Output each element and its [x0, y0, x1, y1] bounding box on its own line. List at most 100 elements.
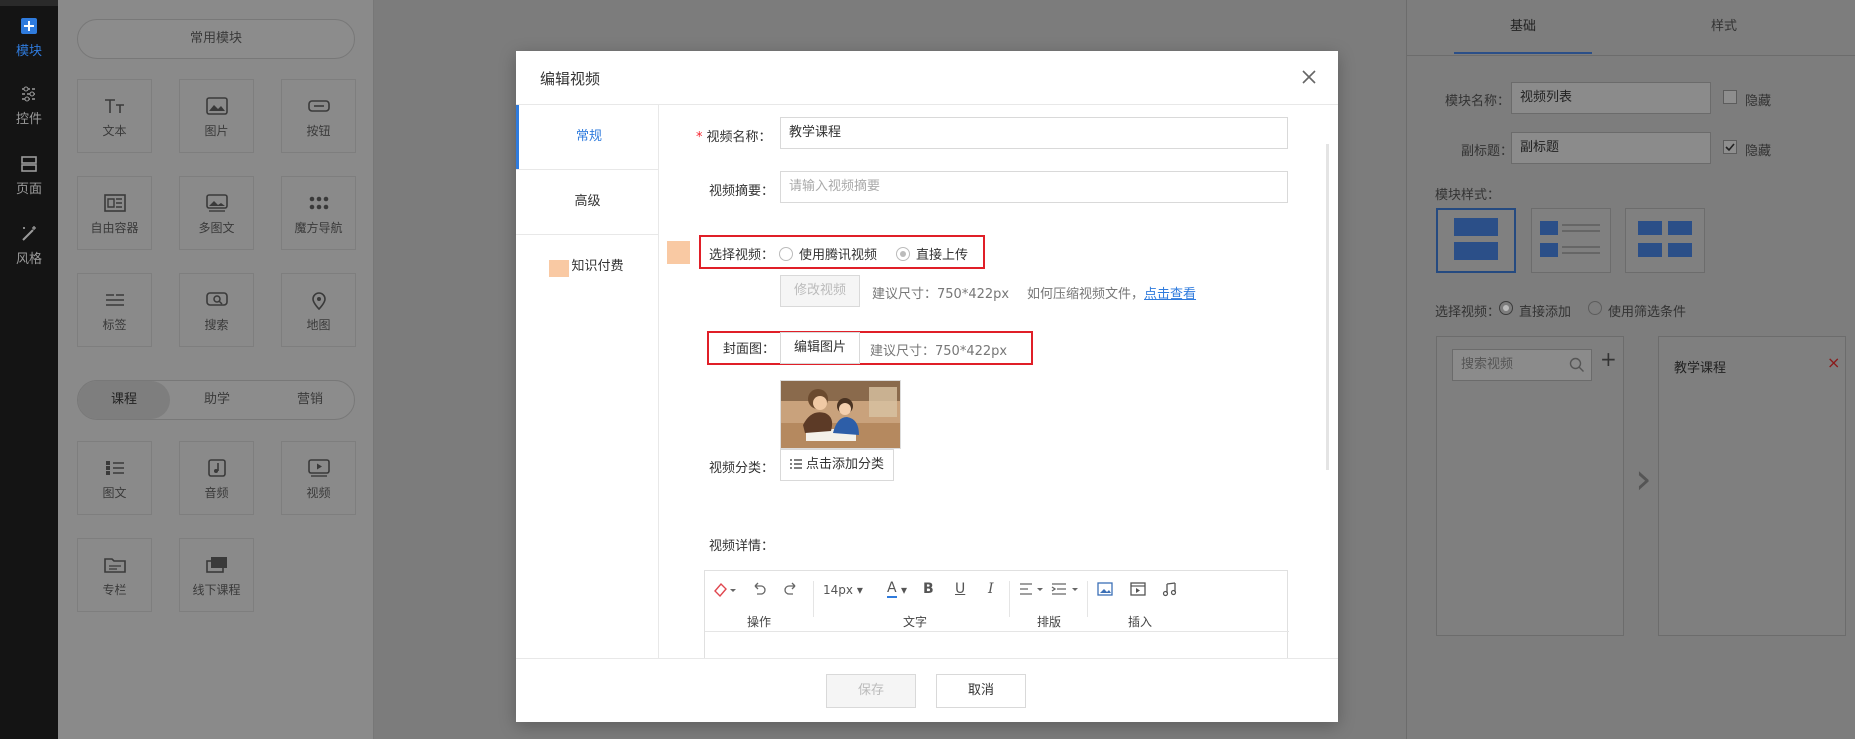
modal-title: 编辑视频 — [540, 70, 601, 88]
tencent-video-option[interactable]: 使用腾讯视频 — [779, 244, 877, 263]
nav-item-pages[interactable]: 页面 — [0, 154, 58, 197]
video-detail-label: 视频详情： — [709, 539, 775, 554]
video-summary-label: 视频摘要： — [709, 184, 775, 199]
modal-scrollbar[interactable] — [1326, 144, 1329, 470]
tile-image[interactable]: 图片 — [179, 79, 254, 153]
direct-upload-radio[interactable] — [896, 247, 910, 261]
nav-item-controls[interactable]: 控件 — [0, 84, 58, 127]
tab-study-aid[interactable]: 助学 — [171, 381, 263, 419]
nav-label: 模块 — [15, 44, 42, 59]
eraser-icon[interactable] — [713, 581, 737, 597]
tile-video[interactable]: 视频 — [281, 441, 356, 515]
align-icon[interactable] — [1019, 581, 1045, 597]
tile-label: 文本 — [102, 124, 127, 138]
video-name-input[interactable]: 教学课程 — [780, 117, 1288, 149]
tile-column[interactable]: 专栏 — [77, 538, 152, 612]
remove-video-button[interactable]: × — [1827, 353, 1840, 372]
search-box-icon — [205, 292, 228, 306]
tile-audio[interactable]: 音频 — [179, 441, 254, 515]
close-icon[interactable] — [1300, 68, 1318, 86]
use-filter-label: 使用筛选条件 — [1608, 305, 1687, 320]
layout-icon — [21, 156, 37, 172]
search-video-input[interactable]: 搜索视频 — [1452, 349, 1592, 381]
tab-style[interactable]: 样式 — [1655, 0, 1793, 54]
undo-icon[interactable] — [751, 581, 767, 597]
underline-button[interactable]: U — [955, 581, 965, 597]
tile-label: 按钮 — [306, 124, 331, 138]
tab-paid-knowledge[interactable]: 知识付费 — [516, 235, 659, 299]
tile-multi-image-text[interactable]: 多图文 — [179, 176, 254, 250]
toolbar-group-operation: 操作 — [747, 615, 772, 629]
tencent-video-radio[interactable] — [779, 247, 793, 261]
cover-size-hint: 建议尺寸：750*422px — [870, 344, 1008, 359]
magic-wand-icon — [22, 226, 36, 241]
subtitle-input[interactable]: 副标题 — [1511, 132, 1711, 164]
module-name-input[interactable]: 视频列表 — [1511, 82, 1711, 114]
tile-cube-nav[interactable]: 魔方导航 — [281, 176, 356, 250]
nav-item-modules[interactable]: 模块 — [0, 16, 58, 59]
video-summary-input[interactable]: 请输入视频摘要 — [780, 171, 1288, 203]
module-style-label: 模块样式： — [1435, 188, 1501, 203]
redo-icon[interactable] — [783, 581, 799, 597]
insert-video-icon[interactable] — [1130, 581, 1146, 597]
tencent-video-label: 使用腾讯视频 — [799, 248, 878, 263]
tab-course[interactable]: 课程 — [78, 381, 170, 419]
add-category-button[interactable]: 点击添加分类 — [780, 449, 894, 481]
save-button[interactable]: 保存 — [826, 674, 916, 708]
sliders-icon — [22, 86, 36, 102]
nav-label: 页面 — [15, 182, 42, 197]
video-name-label: * 视频名称： — [696, 126, 772, 145]
tile-button[interactable]: 按钮 — [281, 79, 356, 153]
toolbar-separator — [1009, 581, 1010, 617]
font-size-value: 14px — [823, 583, 853, 597]
hide-label: 隐藏 — [1745, 144, 1772, 159]
italic-button[interactable]: I — [988, 581, 994, 597]
transfer-arrow-icon[interactable]: › — [1635, 458, 1652, 500]
indent-icon[interactable] — [1051, 581, 1081, 597]
tile-image-text[interactable]: 图文 — [77, 441, 152, 515]
component-panel: 常用模块 文本 图片 按钮 自由容器 多图文 魔方导航 标签 搜索 地图 课程 … — [58, 0, 374, 739]
plus-square-icon — [21, 18, 37, 34]
cover-photo-image — [781, 381, 900, 448]
tab-advanced[interactable]: 高级 — [516, 169, 659, 235]
toolbar-group-insert: 插入 — [1128, 615, 1153, 629]
direct-add-radio[interactable] — [1499, 301, 1513, 315]
tab-basic[interactable]: 基础 — [1454, 0, 1592, 54]
edit-image-button[interactable]: 编辑图片 — [780, 332, 860, 364]
bold-button[interactable]: B — [923, 581, 934, 597]
hide-subtitle-checkbox[interactable] — [1723, 140, 1737, 154]
tile-map[interactable]: 地图 — [281, 273, 356, 347]
hide-label: 隐藏 — [1745, 94, 1772, 109]
nav-item-style[interactable]: 风格 — [0, 224, 58, 267]
direct-add-label: 直接添加 — [1519, 305, 1572, 320]
tile-search[interactable]: 搜索 — [179, 273, 254, 347]
style-option-grid[interactable] — [1625, 208, 1705, 273]
tab-marketing[interactable]: 营销 — [264, 381, 356, 419]
modify-video-button[interactable]: 修改视频 — [780, 275, 860, 307]
tile-text[interactable]: 文本 — [77, 79, 152, 153]
insert-image-icon[interactable] — [1097, 581, 1113, 597]
style-option-list[interactable] — [1531, 208, 1611, 273]
checkmark-icon — [1725, 143, 1735, 152]
hide-module-name-checkbox[interactable] — [1723, 90, 1737, 104]
modal-footer: 保存 取消 — [516, 658, 1338, 722]
tile-free-container[interactable]: 自由容器 — [77, 176, 152, 250]
tile-tags[interactable]: 标签 — [77, 273, 152, 347]
cover-thumbnail[interactable] — [780, 380, 901, 449]
direct-upload-option[interactable]: 直接上传 — [896, 244, 968, 263]
font-color-dropdown-icon[interactable]: ▾ — [901, 583, 907, 597]
use-filter-radio[interactable] — [1588, 301, 1602, 315]
add-video-button[interactable]: + — [1600, 347, 1617, 371]
tab-general[interactable]: 常规 — [516, 105, 659, 169]
cancel-button[interactable]: 取消 — [936, 674, 1026, 708]
modal-header: 编辑视频 — [516, 51, 1338, 105]
tile-label: 专栏 — [102, 583, 127, 597]
video-name-label-text: 视频名称： — [706, 130, 772, 145]
style-option-large[interactable] — [1436, 208, 1516, 273]
font-size-select[interactable]: 14px ▾ — [823, 583, 863, 597]
compress-help-link[interactable]: 点击查看 — [1144, 287, 1196, 302]
insert-audio-icon[interactable] — [1162, 581, 1178, 597]
tag-lines-icon — [105, 294, 124, 306]
font-color-button[interactable]: A — [887, 580, 897, 598]
tile-offline-course[interactable]: 线下课程 — [179, 538, 254, 612]
